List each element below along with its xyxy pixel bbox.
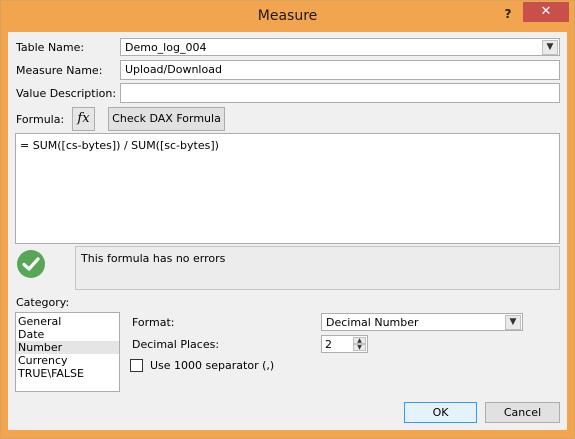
format-value: Decimal Number (326, 316, 419, 329)
check-icon (17, 250, 45, 278)
measure-name-input[interactable]: Upload/Download (120, 60, 560, 80)
format-label: Format: (132, 316, 175, 329)
measure-name-label: Measure Name: (16, 64, 102, 77)
list-item[interactable]: General (16, 315, 119, 328)
decimal-places-value: 2 (325, 338, 332, 351)
table-name-label: Table Name: (16, 41, 84, 54)
value-description-label-text: Value Description: (16, 87, 117, 100)
chevron-down-icon[interactable]: ▼ (542, 40, 558, 55)
spin-down-icon[interactable]: ▼ (353, 344, 366, 351)
fx-icon[interactable]: fx (72, 107, 95, 131)
formula-text: = SUM([cs-bytes]) / SUM([sc-bytes]) (20, 139, 219, 152)
formula-label: Formula: (16, 113, 65, 126)
use-1000-separator-label: Use 1000 separator (,) (150, 359, 275, 372)
help-button[interactable]: ? (495, 4, 521, 24)
list-item[interactable]: Currency (16, 354, 119, 367)
list-item[interactable]: TRUE\FALSE (16, 367, 119, 380)
value-description-label: Value Description: (16, 87, 116, 100)
dialog-body: Table Name: Demo_log_004 ▼ Measure Name:… (8, 32, 567, 430)
measure-name-label-text: Measure Name: (16, 64, 103, 77)
list-item-selected[interactable]: Number (16, 341, 119, 354)
measure-name-value: Upload/Download (125, 63, 222, 76)
list-item[interactable]: Date (16, 328, 119, 341)
format-combo[interactable]: Decimal Number ▼ (321, 313, 523, 331)
status-message: This formula has no errors (81, 252, 226, 265)
decimal-places-stepper[interactable]: 2 ▲ ▼ (321, 335, 368, 353)
formula-status-box: This formula has no errors (75, 246, 560, 290)
spin-up-icon[interactable]: ▲ (353, 337, 366, 344)
decimal-places-label: Decimal Places: (132, 338, 220, 351)
table-name-label-text: Table Name: (16, 41, 85, 54)
ok-button[interactable]: OK (404, 402, 477, 423)
measure-dialog: Measure ? ✕ Table Name: Demo_log_004 ▼ M… (0, 0, 575, 439)
use-1000-separator-checkbox[interactable] (130, 359, 143, 372)
table-name-combo[interactable]: Demo_log_004 ▼ (120, 38, 560, 56)
close-icon: ✕ (540, 4, 552, 19)
cancel-button[interactable]: Cancel (485, 402, 560, 423)
value-description-input[interactable] (120, 83, 560, 103)
table-name-value: Demo_log_004 (125, 41, 207, 54)
check-dax-formula-button[interactable]: Check DAX Formula (108, 107, 225, 131)
category-list[interactable]: General Date Number Currency TRUE\FALSE (15, 312, 120, 392)
title-bar[interactable]: Measure ? ✕ (1, 1, 574, 32)
chevron-down-icon[interactable]: ▼ (505, 315, 521, 330)
category-label: Category: (16, 296, 70, 309)
close-button[interactable]: ✕ (523, 2, 569, 22)
formula-editor[interactable]: = SUM([cs-bytes]) / SUM([sc-bytes]) (15, 133, 560, 244)
window-title: Measure (257, 8, 318, 24)
